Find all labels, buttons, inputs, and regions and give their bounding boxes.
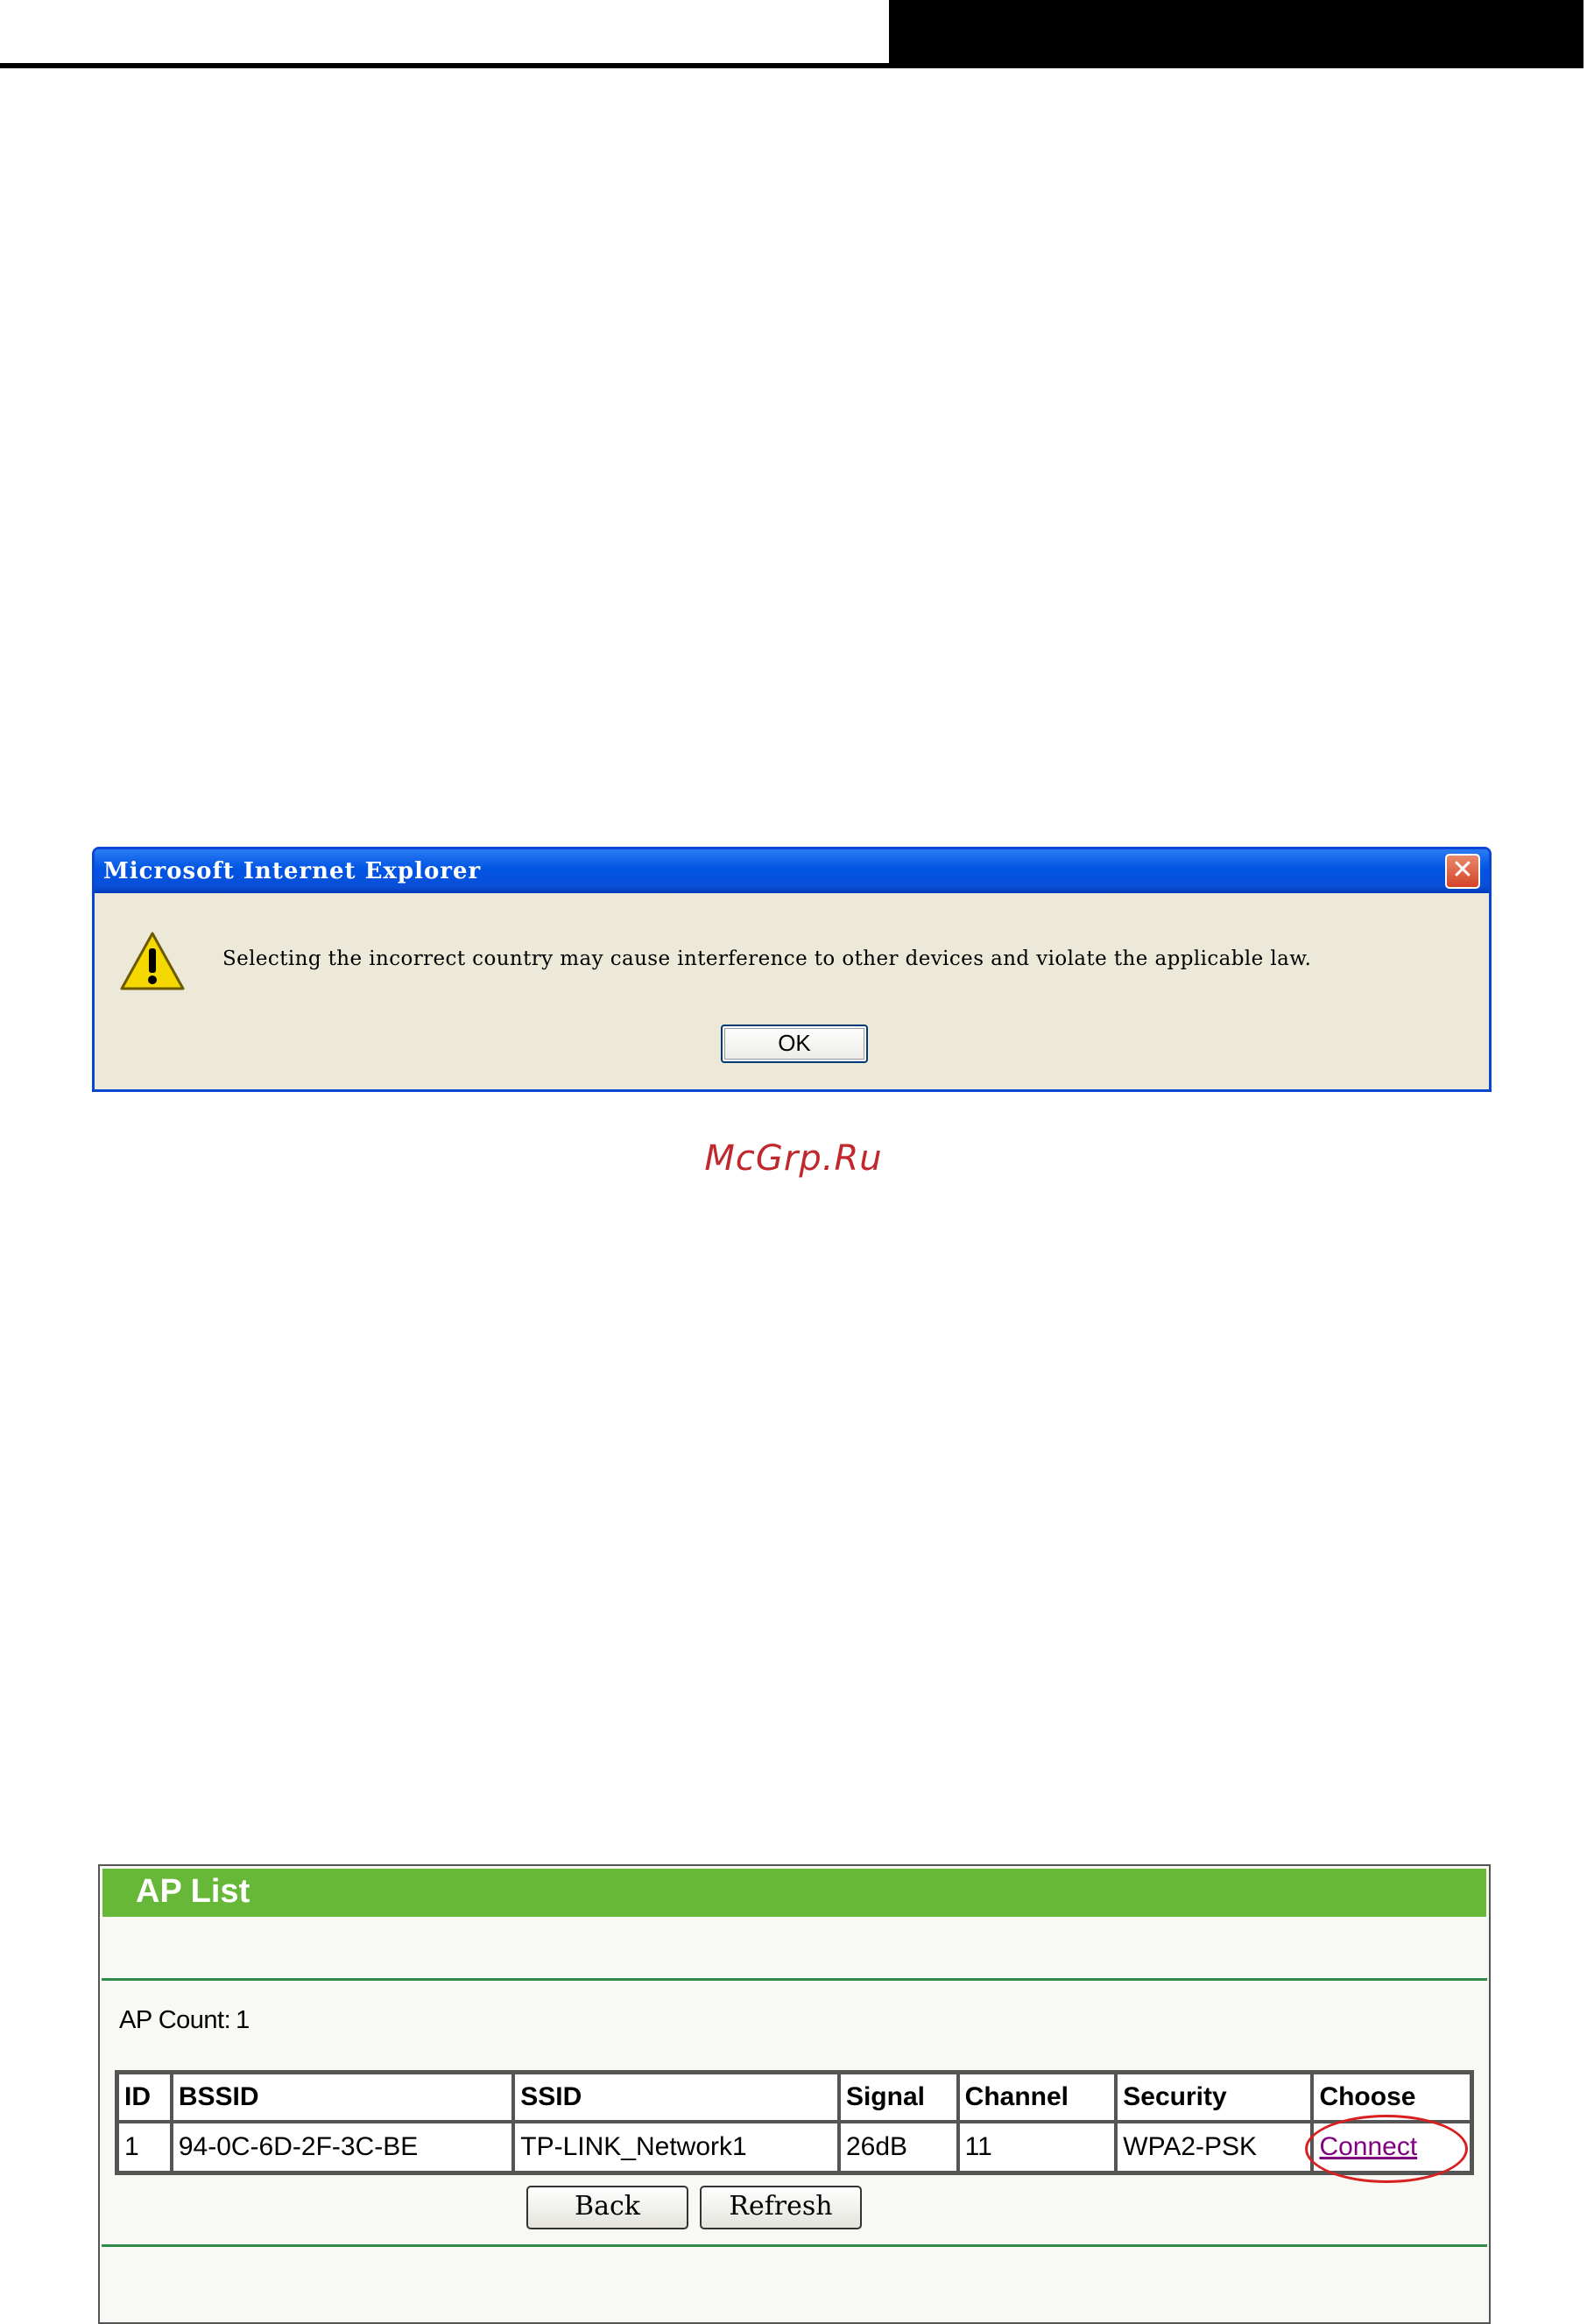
cell-bssid: 94-0C-6D-2F-3C-BE (171, 2122, 514, 2173)
warning-icon (120, 932, 185, 990)
header-black-block (889, 0, 1583, 67)
col-header-bssid: BSSID (171, 2073, 514, 2122)
back-button[interactable]: Back (526, 2186, 688, 2229)
col-header-ssid: SSID (513, 2073, 839, 2122)
col-header-choose: Choose (1312, 2073, 1471, 2122)
ap-count-value: 1 (236, 2006, 250, 2034)
panel-title: AP List (136, 1873, 250, 1910)
table-header-row: ID BSSID SSID Signal Channel Security Ch… (117, 2073, 1471, 2122)
dialog-title: Microsoft Internet Explorer (103, 858, 482, 884)
ap-list-panel: AP List AP Count: 1 ID BSSID SSID Signal … (98, 1864, 1491, 2324)
col-header-channel: Channel (957, 2073, 1117, 2122)
ap-count: AP Count: 1 (119, 2006, 255, 2035)
col-header-id: ID (117, 2073, 172, 2122)
col-header-security: Security (1116, 2073, 1313, 2122)
header-rule (0, 63, 1583, 68)
divider-bottom (102, 2244, 1487, 2247)
cell-security: WPA2-PSK (1116, 2122, 1313, 2173)
cell-ssid: TP-LINK_Network1 (513, 2122, 839, 2173)
dialog-message: Selecting the incorrect country may caus… (222, 947, 1312, 970)
cell-channel: 11 (957, 2122, 1117, 2173)
close-button[interactable]: ✕ (1445, 854, 1480, 889)
connect-link[interactable]: Connect (1319, 2132, 1417, 2161)
table-row: 1 94-0C-6D-2F-3C-BE TP-LINK_Network1 26d… (117, 2115, 1471, 2183)
watermark-text: McGrp.Ru (704, 1138, 883, 1179)
ok-button[interactable]: OK (721, 1025, 868, 1063)
refresh-button[interactable]: Refresh (700, 2186, 862, 2229)
col-header-signal: Signal (838, 2073, 958, 2122)
divider-top (102, 1978, 1487, 1981)
alert-dialog: Microsoft Internet Explorer ✕ Selecting … (92, 847, 1492, 1092)
ap-table: ID BSSID SSID Signal Channel Security Ch… (115, 2070, 1474, 2183)
ap-count-label: AP Count: (119, 2006, 231, 2034)
panel-header: AP List (102, 1869, 1486, 1917)
cell-signal: 26dB (838, 2122, 958, 2173)
dialog-titlebar: Microsoft Internet Explorer ✕ (95, 849, 1489, 893)
cell-id: 1 (117, 2122, 172, 2173)
cell-choose: Connect (1305, 2115, 1471, 2183)
